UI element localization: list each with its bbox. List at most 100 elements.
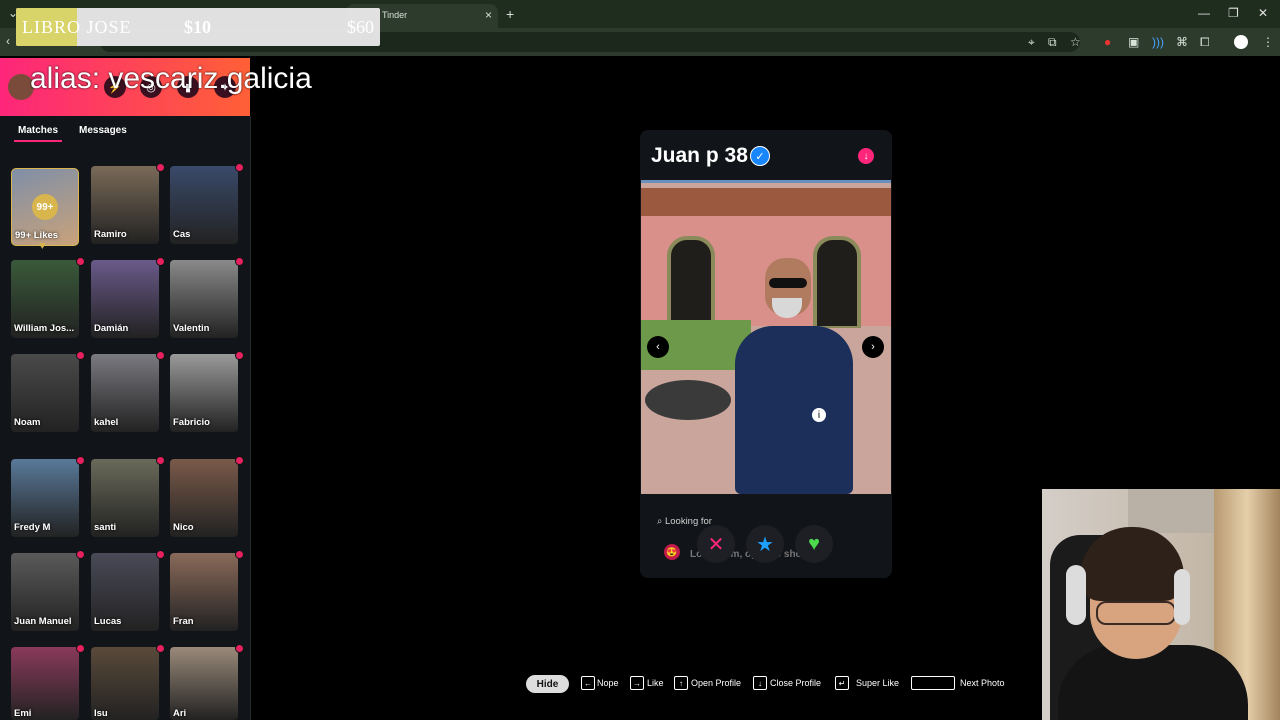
shortcut-open-profile: Open Profile: [691, 678, 742, 688]
match-tile[interactable]: Ramiro: [91, 166, 159, 244]
profile-avatar-icon[interactable]: [1234, 35, 1248, 49]
photo-drain: [645, 380, 731, 420]
hide-shortcuts-button[interactable]: Hide: [526, 675, 569, 693]
down-arrow-key-icon: ↓: [753, 676, 767, 690]
profile-card: Juan p 38 ✓ ↓ ⌕ Looking for 😍 Long-term,…: [640, 130, 892, 578]
match-name: santi: [94, 522, 117, 533]
tab-matches[interactable]: Matches: [18, 125, 58, 136]
new-match-dot: [76, 550, 85, 559]
heart-eyes-emoji-icon: 😍: [664, 544, 680, 560]
menu-kebab-icon[interactable]: ⋮: [1262, 35, 1274, 49]
match-tile[interactable]: Isu: [91, 647, 159, 720]
new-match-dot: [76, 257, 85, 266]
donation-goal-overlay: LIBRO JOSE $10 $60: [16, 8, 380, 46]
webcam-overlay: [1042, 489, 1280, 720]
new-match-dot: [76, 351, 85, 360]
match-name: Emi: [14, 708, 32, 719]
match-name: Fredy M: [14, 522, 51, 533]
match-name: Fabricio: [173, 417, 210, 428]
new-match-dot: [235, 644, 244, 653]
bookmark-star-icon[interactable]: ☆: [1070, 35, 1081, 49]
info-icon[interactable]: i: [812, 408, 826, 422]
tab-close-icon[interactable]: ×: [485, 8, 492, 22]
profile-photo[interactable]: [641, 180, 891, 494]
new-tab-button[interactable]: +: [506, 6, 514, 22]
match-tile[interactable]: Fredy M: [11, 459, 79, 537]
sidebar-tabs: Matches Messages: [0, 116, 250, 146]
like-button[interactable]: ♥: [795, 525, 833, 563]
previous-photo-button[interactable]: ‹: [647, 336, 669, 358]
new-match-dot: [76, 456, 85, 465]
match-tile[interactable]: Fran: [170, 553, 238, 631]
new-match-dot: [235, 257, 244, 266]
restore-button[interactable]: ❐: [1228, 6, 1239, 20]
likes-tile[interactable]: 99+ 99+ Likes: [11, 168, 79, 246]
match-tile[interactable]: Noam: [11, 354, 79, 432]
alias-overlay-text: alias: vescariz.galicia: [30, 62, 312, 95]
match-tile[interactable]: Lucas: [91, 553, 159, 631]
minimize-button[interactable]: —: [1198, 6, 1210, 20]
donation-goal: $60: [347, 17, 374, 37]
match-name: Valentin: [173, 323, 210, 334]
match-name: Juan Manuel: [14, 616, 72, 627]
match-tile[interactable]: William Jos...: [11, 260, 79, 338]
photo-door: [667, 236, 715, 330]
extension-record-icon[interactable]: ●: [1104, 35, 1111, 49]
match-tile[interactable]: Ari: [170, 647, 238, 720]
shortcut-next-photo: Next Photo: [960, 678, 1005, 688]
shortcut-like: Like: [647, 678, 664, 688]
photo-door: [813, 236, 861, 330]
donation-title: LIBRO JOSE: [22, 17, 132, 37]
up-arrow-key-icon: ↑: [674, 676, 688, 690]
looking-for-label: ⌕ Looking for: [657, 516, 712, 527]
match-tile[interactable]: santi: [91, 459, 159, 537]
verified-badge-icon: ✓: [750, 146, 770, 166]
super-like-button[interactable]: ★: [746, 525, 784, 563]
extension-audio-icon[interactable]: ))): [1152, 35, 1164, 49]
nope-button[interactable]: ✕: [697, 525, 735, 563]
likes-label: 99+ Likes: [15, 230, 59, 241]
close-profile-icon[interactable]: ↓: [858, 148, 874, 164]
donation-current: $10: [184, 17, 211, 37]
photo-roof: [641, 188, 891, 216]
extensions-puzzle-icon[interactable]: ⧠: [1200, 35, 1210, 50]
match-tile[interactable]: Emi: [11, 647, 79, 720]
likes-badge: 99+: [32, 194, 58, 220]
new-match-dot: [156, 257, 165, 266]
new-match-dot: [156, 644, 165, 653]
match-name: kahel: [94, 417, 119, 428]
match-name: Damián: [94, 323, 129, 334]
new-match-dot: [235, 163, 244, 172]
next-photo-button[interactable]: ›: [862, 336, 884, 358]
shortcut-nope: Nope: [597, 678, 619, 688]
photo-person-body: [735, 326, 853, 494]
match-name: Isu: [94, 708, 108, 719]
new-match-dot: [156, 351, 165, 360]
new-match-dot: [156, 163, 165, 172]
extension-window-icon[interactable]: ▣: [1128, 35, 1139, 49]
tab-messages[interactable]: Messages: [79, 125, 127, 136]
location-icon[interactable]: ⌖: [1028, 35, 1035, 50]
right-arrow-key-icon: →: [630, 676, 644, 690]
match-tile[interactable]: Cas: [170, 166, 238, 244]
tab-title: Tinder: [382, 10, 408, 20]
back-arrow-icon[interactable]: ‹: [6, 34, 10, 48]
webcam-person-body: [1058, 645, 1248, 720]
match-name: Ramiro: [94, 229, 127, 240]
cast-icon[interactable]: ⧉: [1048, 35, 1057, 50]
webcam-headset-right: [1174, 569, 1190, 625]
shortcut-super-like: Super Like: [856, 678, 900, 688]
extension-gift-icon[interactable]: ⌘: [1176, 35, 1188, 49]
photo-progress-bar: [641, 180, 891, 183]
space-key-icon: [911, 676, 955, 690]
match-tile[interactable]: kahel: [91, 354, 159, 432]
close-window-button[interactable]: ✕: [1258, 6, 1268, 20]
match-tile[interactable]: Juan Manuel: [11, 553, 79, 631]
match-tile[interactable]: Valentin: [170, 260, 238, 338]
match-tile[interactable]: Fabricio: [170, 354, 238, 432]
match-tile[interactable]: Nico: [170, 459, 238, 537]
new-match-dot: [156, 456, 165, 465]
match-name: Nico: [173, 522, 194, 533]
photo-sunglasses: [769, 278, 807, 288]
match-tile[interactable]: Damián: [91, 260, 159, 338]
